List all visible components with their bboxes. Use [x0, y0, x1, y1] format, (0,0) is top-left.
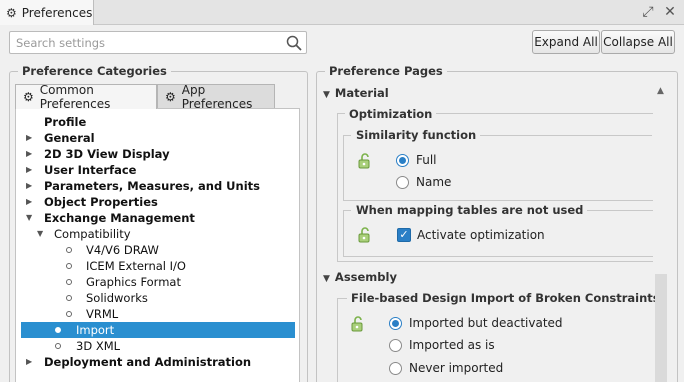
tree-item-label: Deployment and Administration — [44, 355, 252, 369]
tree-item[interactable]: ▼ Exchange Management — [16, 210, 299, 226]
pages-group-title: Preference Pages — [325, 64, 447, 78]
activate-optimization-label: Activate optimization — [417, 228, 545, 242]
mapping-title: When mapping tables are not used — [352, 203, 588, 217]
radio-never-imported-label: Never imported — [409, 361, 504, 375]
radio-imported-as-is-label: Imported as is — [409, 338, 495, 352]
radio-imported-as-is[interactable] — [389, 339, 402, 352]
radio-name-label: Name — [416, 175, 452, 189]
chevron-down-icon[interactable]: ▼ — [37, 226, 43, 242]
tree-item-label: Compatibility — [54, 227, 131, 241]
gear-icon: ⚙ — [6, 5, 17, 20]
tree-item[interactable]: Profile — [16, 114, 299, 130]
chevron-right-icon[interactable]: ▶ — [26, 354, 32, 370]
category-tree: Profile ▶ General ▶ 2D 3D View Display ▶ User … — [15, 108, 300, 382]
tree-item-label: ICEM External I/O — [86, 259, 186, 273]
leaf-icon — [66, 279, 72, 285]
window-tab[interactable]: ⚙ Preferences — [0, 0, 94, 25]
tree-item-label: Object Properties — [44, 195, 158, 209]
title-bar: ⚙ Preferences ⤢ ✕ — [0, 0, 684, 25]
collapse-all-button[interactable]: Collapse All — [601, 30, 675, 54]
radio-never-imported[interactable] — [389, 362, 402, 375]
tree-item[interactable]: Solidworks — [16, 290, 299, 306]
tab-label: App Preferences — [181, 82, 253, 111]
tree-item-label: VRML — [86, 307, 119, 321]
leaf-icon — [55, 343, 61, 349]
expand-icon[interactable]: ⤢ — [640, 3, 656, 21]
section-material[interactable]: ▼ Material — [323, 86, 389, 100]
chevron-right-icon[interactable]: ▶ — [26, 130, 32, 146]
tree-item[interactable]: ▶ Parameters, Measures, and Units — [16, 178, 299, 194]
activate-optimization-checkbox[interactable]: ✓ — [397, 228, 411, 242]
tab-app-preferences[interactable]: ⚙ App Preferences — [157, 82, 275, 111]
close-icon[interactable]: ✕ — [662, 3, 678, 21]
tree-item[interactable]: 3D XML — [16, 338, 299, 354]
similarity-title: Similarity function — [352, 128, 481, 142]
optimization-title: Optimization — [345, 107, 437, 121]
tree-item[interactable]: ▶ General — [16, 130, 299, 146]
tree-item[interactable]: ▶ 2D 3D View Display — [16, 146, 299, 162]
chevron-right-icon[interactable]: ▶ — [26, 162, 32, 178]
section-title: Material — [334, 86, 389, 100]
gear-icon: ⚙ — [23, 90, 34, 104]
tree-item-label: Parameters, Measures, and Units — [44, 179, 260, 193]
broken-constraints-title: File-based Design Import of Broken Const… — [347, 291, 664, 305]
section-title: Assembly — [334, 270, 397, 284]
tree-item-label: User Interface — [44, 163, 137, 177]
search-box — [9, 31, 307, 54]
tree-item[interactable]: ▶ Object Properties — [16, 194, 299, 210]
categories-group-title: Preference Categories — [18, 64, 171, 78]
tree-item-label: V4/V6 DRAW — [86, 243, 159, 257]
chevron-right-icon[interactable]: ▶ — [26, 146, 32, 162]
tree-item-label: Graphics Format — [86, 275, 181, 289]
search-input[interactable] — [10, 32, 306, 53]
radio-full-label: Full — [416, 153, 437, 167]
tree-item-label: Exchange Management — [44, 211, 195, 225]
tree-item[interactable]: ICEM External I/O — [16, 258, 299, 274]
leaf-icon — [66, 311, 72, 317]
collapse-section-icon[interactable]: ▲ — [657, 86, 664, 96]
leaf-icon — [66, 295, 72, 301]
unlock-icon[interactable] — [356, 227, 374, 243]
gear-icon: ⚙ — [165, 89, 176, 104]
tree-item[interactable]: Graphics Format — [16, 274, 299, 290]
tree-item[interactable]: ▶ Deployment and Administration — [16, 354, 299, 370]
radio-imported-deactivated-label: Imported but deactivated — [409, 316, 563, 330]
leaf-icon — [66, 263, 72, 269]
tree-item[interactable]: ▼ Compatibility — [16, 226, 299, 242]
chevron-right-icon[interactable]: ▶ — [26, 194, 32, 210]
tree-item-label: Import — [76, 323, 115, 337]
tree-item[interactable]: V4/V6 DRAW — [16, 242, 299, 258]
leaf-icon — [66, 247, 72, 253]
pages-scrollbar[interactable] — [655, 274, 667, 382]
window-title: Preferences — [21, 5, 93, 20]
tree-item-label: Profile — [44, 115, 87, 129]
unlock-icon[interactable] — [356, 153, 374, 169]
tree-item-label: General — [44, 131, 95, 145]
section-assembly[interactable]: ▼ Assembly — [323, 270, 397, 284]
tree-item[interactable]: ▶ User Interface — [16, 162, 299, 178]
radio-imported-deactivated[interactable] — [389, 317, 402, 330]
radio-name[interactable] — [396, 176, 409, 189]
radio-full[interactable] — [396, 154, 409, 167]
expand-all-button[interactable]: Expand All — [532, 30, 600, 54]
tab-label: Common Preferences — [39, 83, 111, 111]
tree-item-label: 3D XML — [76, 339, 121, 353]
tree-item[interactable]: VRML — [16, 306, 299, 322]
tree-item[interactable]: Import — [21, 322, 295, 338]
tree-item-label: 2D 3D View Display — [44, 147, 170, 161]
chevron-down-icon: ▼ — [323, 274, 330, 284]
search-icon[interactable] — [285, 34, 303, 52]
chevron-down-icon[interactable]: ▼ — [26, 210, 32, 226]
tab-common-preferences[interactable]: ⚙ Common Preferences — [15, 83, 157, 111]
chevron-down-icon: ▼ — [323, 90, 330, 100]
chevron-right-icon[interactable]: ▶ — [26, 178, 32, 194]
leaf-icon — [55, 327, 61, 333]
unlock-icon[interactable] — [349, 316, 367, 332]
tree-item-label: Solidworks — [86, 291, 148, 305]
